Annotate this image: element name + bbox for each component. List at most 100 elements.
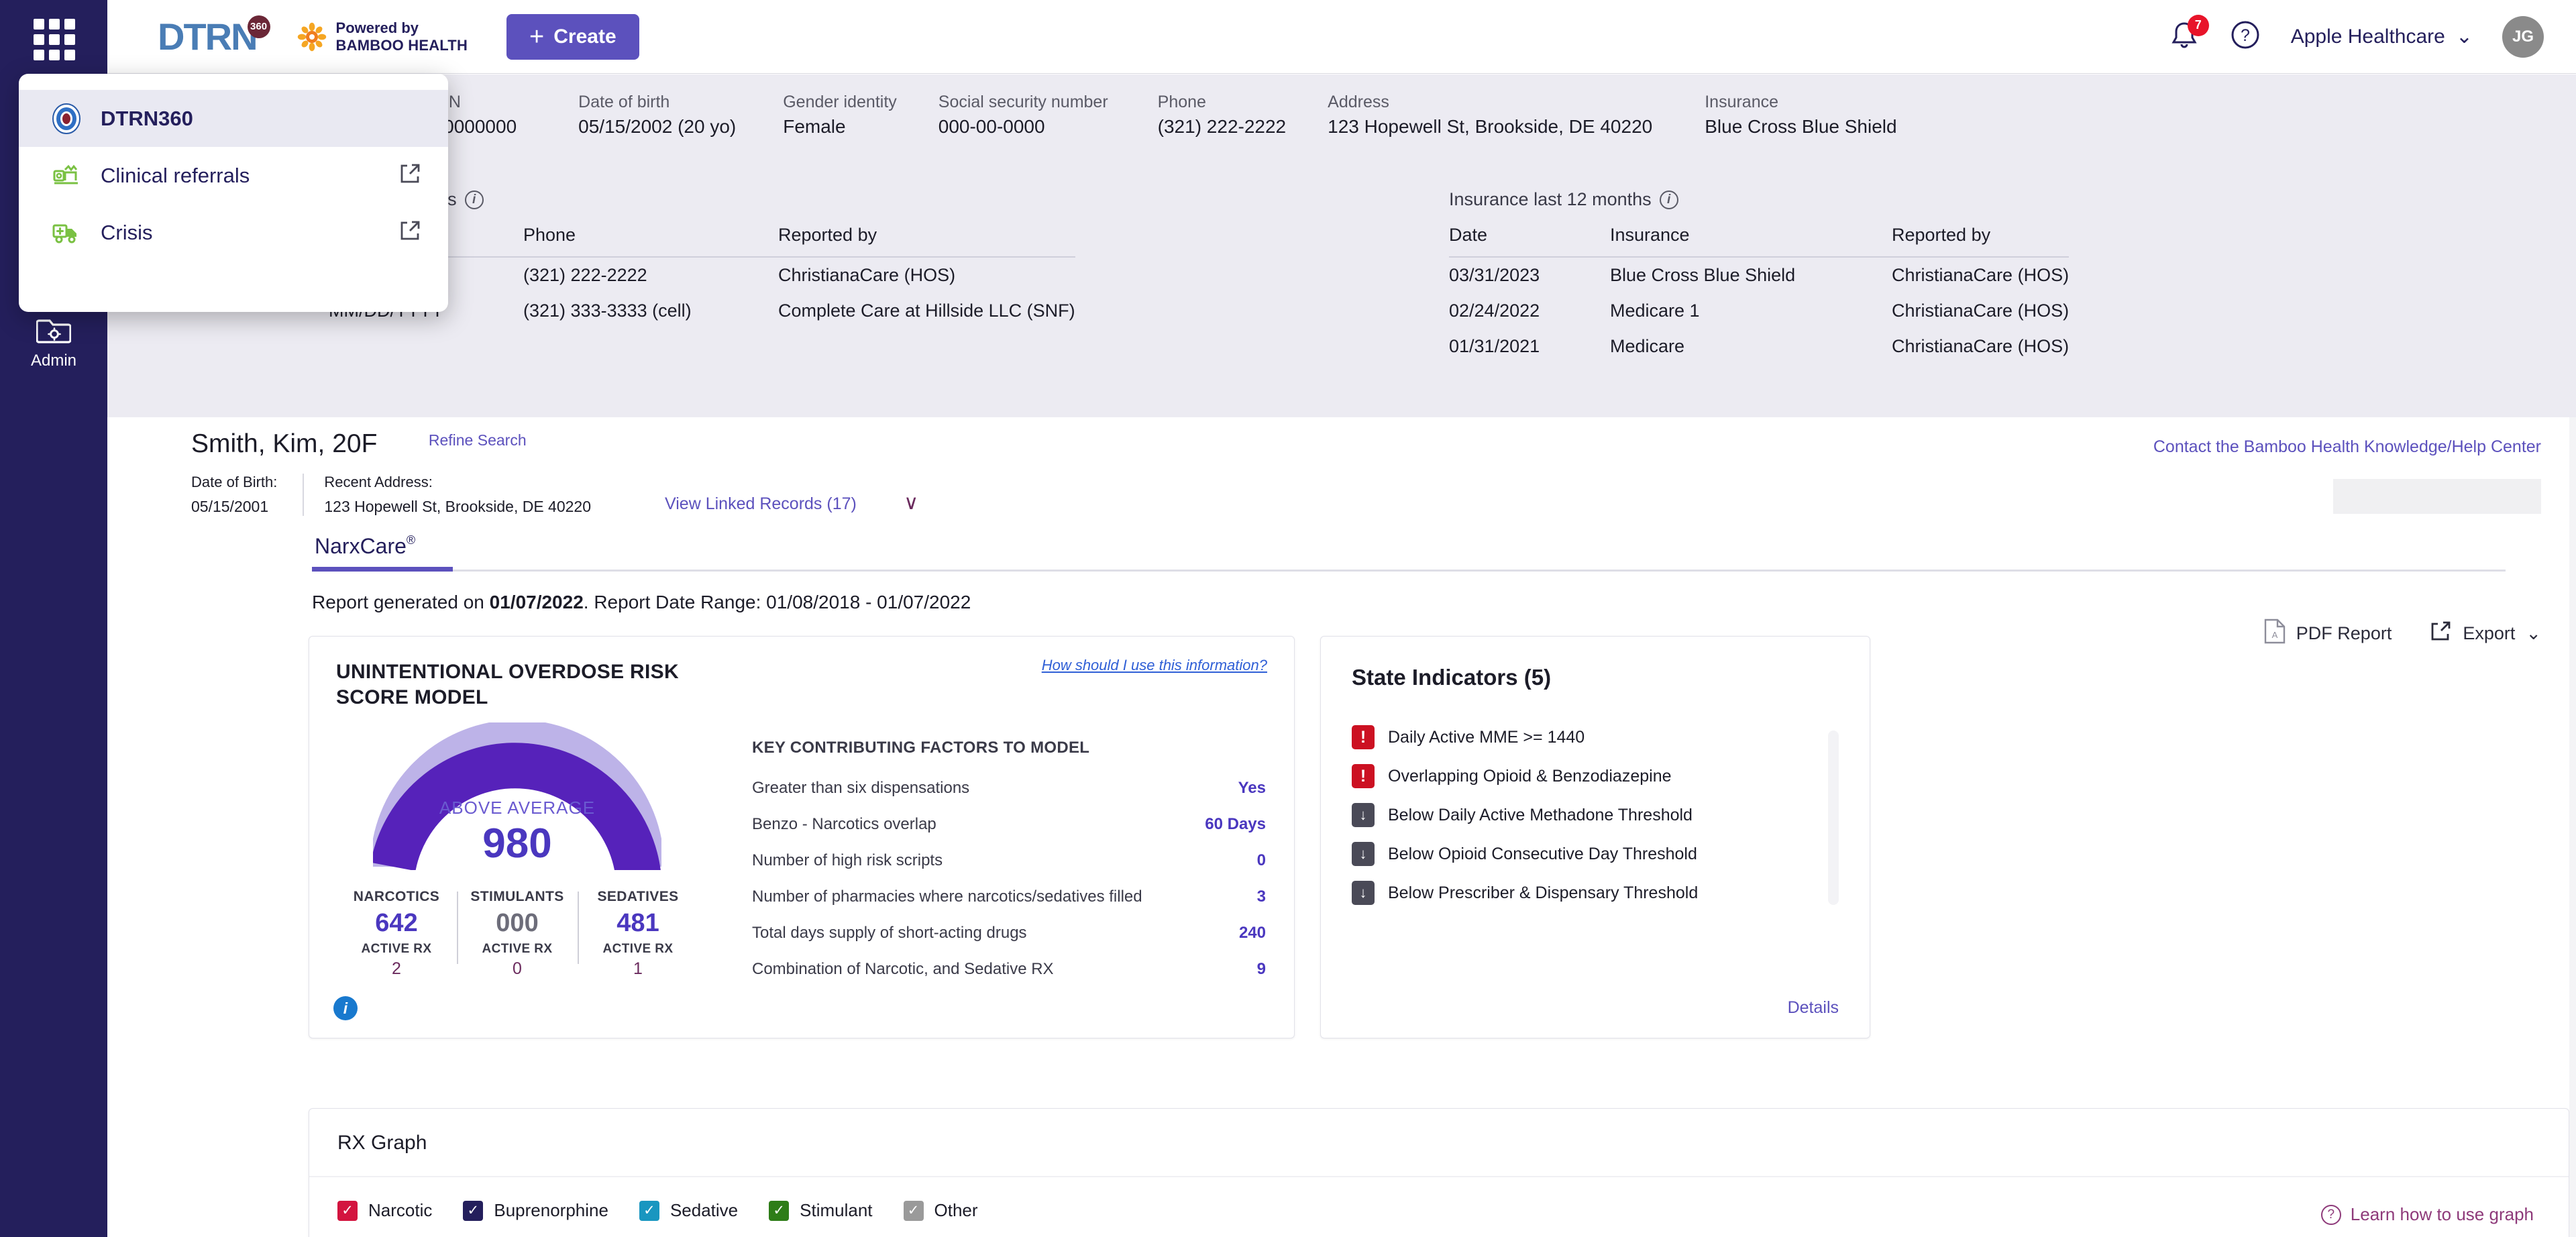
kcf-row: Combination of Narcotic, and Sedative RX… <box>752 960 1266 979</box>
create-button-label: Create <box>553 25 616 48</box>
kcf-value: 240 <box>1238 923 1266 942</box>
exclamation-icon: ! <box>1352 764 1375 788</box>
kcf-label: Combination of Narcotic, and Sedative RX <box>752 959 1054 978</box>
banner-value-ssn: 000-00-0000 <box>938 116 1045 137</box>
legend-item-stimulant[interactable]: ✓ Stimulant <box>769 1200 873 1221</box>
arrow-down-icon: ↓ <box>1352 842 1375 866</box>
insurance-col-insurance: Insurance <box>1610 225 1690 245</box>
risk-score-card: UNINTENTIONAL OVERDOSE RISK SCORE MODEL … <box>309 636 1295 1038</box>
phone-numbers-panel: Phone numbers i Date Phone Reported by (… <box>329 189 1429 329</box>
record-address-value: 123 Hopewell St, Brookside, DE 40220 <box>324 498 592 515</box>
table-row: 03/31/2023 Blue Cross Blue Shield Christ… <box>1449 265 2070 285</box>
legend-item-sedative[interactable]: ✓ Sedative <box>639 1200 738 1221</box>
subscore-sedatives: SEDATIVES 481 ACTIVE RX 1 <box>578 889 698 979</box>
subscore-narcotics-name: NARCOTICS <box>353 889 440 904</box>
header-right-actions: 7 ? Apple Healthcare ⌄ JG <box>2169 14 2544 58</box>
legend-item-other[interactable]: ✓ Other <box>903 1200 978 1221</box>
ambulance-icon <box>51 217 82 248</box>
dtrn-logo[interactable]: DTRN 360 <box>158 15 270 58</box>
sidebar-item-admin[interactable]: Admin <box>0 315 107 370</box>
banner-label-phone: Phone <box>1157 93 1206 111</box>
refine-search-link[interactable]: Refine Search <box>429 431 527 449</box>
banner-field-ssn: Social security number 000-00-0000 <box>938 93 1108 138</box>
legend-item-buprenorphine[interactable]: ✓ Buprenorphine <box>463 1200 608 1221</box>
insurance-table: Date Insurance Reported by 03/31/2023 Bl… <box>1449 225 2070 364</box>
checkbox-stimulant[interactable]: ✓ <box>769 1200 790 1221</box>
launcher-item-clinical-referrals[interactable]: Clinical referrals <box>19 147 448 204</box>
phone-numbers-title: Phone numbers i <box>329 189 1429 210</box>
chevron-down-icon[interactable]: ∨ <box>904 492 918 514</box>
checkbox-sedative[interactable]: ✓ <box>639 1200 659 1221</box>
indicator-label: Below Daily Active Methadone Threshold <box>1388 805 1693 824</box>
powered-by-line1: Powered by <box>335 19 419 36</box>
state-indicators-list: ! Daily Active MME >= 1440 ! Overlapping… <box>1352 725 1839 905</box>
kcf-value: 60 Days <box>1205 814 1266 833</box>
contact-help-center-link[interactable]: Contact the Bamboo Health Knowledge/Help… <box>2153 437 2541 457</box>
kcf-label: Total days supply of short-acting drugs <box>752 923 1027 942</box>
page-scrollbar[interactable] <box>2569 417 2576 1237</box>
subscore-stimulants-rx-label: ACTIVE RX <box>482 942 553 956</box>
subscore-narcotics: NARCOTICS 642 ACTIVE RX 2 <box>336 889 457 979</box>
report-cards: UNINTENTIONAL OVERDOSE RISK SCORE MODEL … <box>309 636 2576 1038</box>
kcf-title: KEY CONTRIBUTING FACTORS TO MODEL <box>752 739 1090 757</box>
state-indicators-title: State Indicators (5) <box>1352 665 1552 690</box>
record-address-label: Recent Address: <box>324 474 433 490</box>
banner-value-phone: (321) 222-2222 <box>1157 116 1287 137</box>
question-circle-icon: ? <box>2320 1204 2341 1225</box>
checkbox-other[interactable]: ✓ <box>903 1200 924 1221</box>
svg-text:?: ? <box>2241 26 2250 45</box>
powered-by-line2: BAMBOO HEALTH <box>335 36 468 54</box>
launcher-item-dtrn360[interactable]: DTRN360 <box>19 90 448 147</box>
rx-graph-title: RX Graph <box>337 1132 427 1154</box>
app-grid-icon[interactable] <box>31 16 78 63</box>
list-item: ↓ Below Opioid Consecutive Day Threshold <box>1352 842 1839 866</box>
rx-graph-legend: ✓ Narcotic ✓ Buprenorphine ✓ Sedative ✓ … <box>309 1177 2569 1221</box>
how-should-i-use-link[interactable]: How should I use this information? <box>1042 657 1267 674</box>
info-icon[interactable]: i <box>464 190 484 209</box>
notifications-bell-icon[interactable]: 7 <box>2169 14 2209 54</box>
table-row: 02/24/2022 Medicare 1 ChristianaCare (HO… <box>1449 301 2070 321</box>
registered-mark: ® <box>406 533 416 547</box>
state-indicators-scrollbar[interactable] <box>1828 731 1839 905</box>
banner-field-insurance: Insurance Blue Cross Blue Shield <box>1705 93 1896 138</box>
banner-label-insurance: Insurance <box>1705 93 1779 111</box>
tab-active-underline <box>312 567 453 572</box>
create-button[interactable]: + Create <box>506 13 639 60</box>
subscore-stimulants-value: 000 <box>496 909 539 937</box>
list-item: ! Overlapping Opioid & Benzodiazepine <box>1352 764 1839 788</box>
info-icon[interactable]: i <box>333 996 358 1020</box>
external-link-icon <box>398 162 421 189</box>
tab-narxcare[interactable]: NarxCare® <box>312 528 426 570</box>
organization-selector[interactable]: Apple Healthcare ⌄ <box>2291 25 2473 48</box>
phones-col-reported: Reported by <box>778 225 877 245</box>
view-linked-records-link[interactable]: View Linked Records (17) <box>665 494 857 513</box>
banner-field-gender: Gender identity Female <box>783 93 897 138</box>
state-indicators-details-link[interactable]: Details <box>1788 998 1839 1018</box>
insurance-col-reported: Reported by <box>1892 225 1991 245</box>
learn-how-to-use-graph-link[interactable]: ? Learn how to use graph <box>2320 1204 2534 1225</box>
top-header-bar: DTRN 360 Powered by BAMBOO HEALTH + Crea… <box>107 0 2576 74</box>
launcher-item-label: Clinical referrals <box>101 163 250 187</box>
risk-gauge-score: 980 <box>482 820 552 867</box>
dtrn-logo-word: DTRN <box>158 15 258 58</box>
checkbox-buprenorphine[interactable]: ✓ <box>463 1200 484 1221</box>
phones-col-phone: Phone <box>523 225 576 245</box>
bamboo-health-flower-icon <box>297 22 327 52</box>
info-icon[interactable]: i <box>1659 190 1678 209</box>
kcf-value: 0 <box>1256 851 1266 869</box>
kcf-row: Number of pharmacies where narcotics/sed… <box>752 888 1266 906</box>
admin-folder-gear-icon <box>36 315 72 345</box>
legend-label-other: Other <box>934 1200 978 1220</box>
record-dob-block: Date of Birth: 05/15/2001 <box>191 474 305 516</box>
checkbox-narcotic[interactable]: ✓ <box>337 1200 358 1221</box>
launcher-item-crisis[interactable]: Crisis <box>19 204 448 261</box>
legend-item-narcotic[interactable]: ✓ Narcotic <box>337 1200 432 1221</box>
kcf-value: Yes <box>1238 778 1266 797</box>
avatar[interactable]: JG <box>2502 15 2544 58</box>
patient-detail-area: Phone numbers i Date Phone Reported by (… <box>107 156 2576 417</box>
banner-label-dob: Date of birth <box>578 93 670 111</box>
banner-label-gender: Gender identity <box>783 93 897 111</box>
help-question-icon[interactable]: ? <box>2229 19 2261 54</box>
subscore-stimulants: STIMULANTS 000 ACTIVE RX 0 <box>457 889 578 979</box>
dtrn-logo-360-badge: 360 <box>247 15 270 38</box>
